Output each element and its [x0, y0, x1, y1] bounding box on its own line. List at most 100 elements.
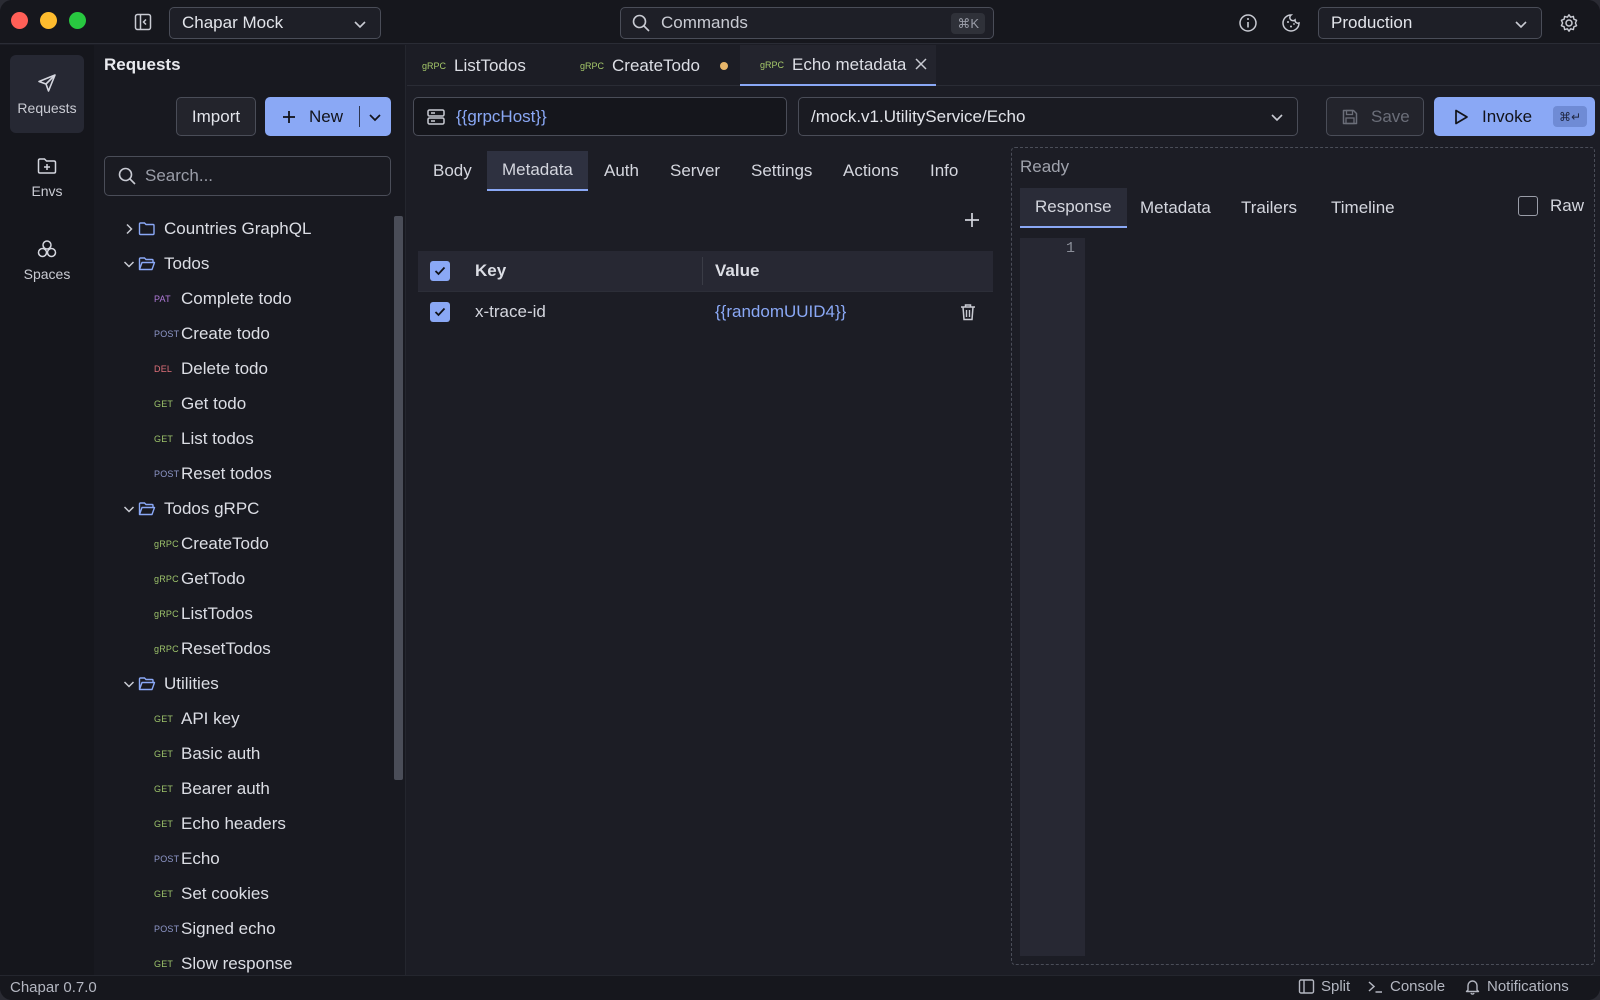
tab-label: Info — [930, 161, 959, 180]
method-badge: GET — [154, 433, 174, 444]
maximize-window-button[interactable] — [69, 12, 86, 29]
gear-icon[interactable] — [1559, 13, 1579, 33]
app-window: Chapar Mock Commands ⌘K Production Reque… — [0, 0, 1600, 1000]
tab-metadata[interactable]: Metadata — [487, 151, 588, 191]
raw-toggle[interactable]: Raw — [1517, 196, 1584, 216]
tab-label: Body — [433, 161, 472, 180]
request-item[interactable]: GET Set cookies — [154, 876, 269, 911]
sidebar-scrollbar[interactable] — [394, 216, 403, 780]
tab-trailers[interactable]: Trailers — [1226, 188, 1312, 228]
tab-server[interactable]: Server — [655, 151, 735, 191]
metadata-table: Key Value x-trace-id {{randomUUID4}} — [418, 251, 993, 331]
response-status: Ready — [1020, 157, 1070, 176]
request-search-field[interactable] — [104, 156, 391, 196]
folder-item[interactable]: Todos — [122, 246, 209, 281]
minimize-window-button[interactable] — [40, 12, 57, 29]
tab-settings[interactable]: Settings — [736, 151, 827, 191]
metadata-value[interactable]: {{randomUUID4}} — [715, 302, 846, 322]
host-field[interactable]: {{grpcHost}} — [413, 97, 787, 136]
request-item[interactable]: GET Get todo — [154, 386, 246, 421]
split-button[interactable]: Split — [1298, 978, 1350, 995]
method-badge: GET — [154, 398, 174, 409]
tab-actions[interactable]: Actions — [828, 151, 914, 191]
request-item[interactable]: POST Echo — [154, 841, 220, 876]
tab-label: Metadata — [502, 160, 573, 179]
request-item[interactable]: GET Bearer auth — [154, 771, 270, 806]
tab-info[interactable]: Info — [915, 151, 973, 191]
search-input[interactable] — [145, 166, 375, 186]
tab-listtodos[interactable]: gRPC ListTodos — [422, 45, 572, 86]
raw-checkbox[interactable] — [1517, 196, 1538, 216]
folder-item[interactable]: Countries GraphQL — [122, 211, 311, 246]
request-item[interactable]: GET API key — [154, 701, 240, 736]
folder-open-icon — [138, 256, 156, 272]
chevron-down-icon[interactable] — [122, 677, 136, 691]
trash-icon[interactable] — [958, 302, 978, 322]
request-item[interactable]: GET List todos — [154, 421, 254, 456]
notifications-button[interactable]: Notifications — [1464, 978, 1569, 995]
folder-item[interactable]: Utilities — [122, 666, 219, 701]
close-icon[interactable] — [914, 57, 928, 71]
workspace-select[interactable]: Chapar Mock — [169, 7, 381, 39]
line-number-gutter: 1 — [1020, 238, 1085, 956]
request-item[interactable]: GET Slow response — [154, 946, 293, 975]
row-enabled-checkbox[interactable] — [430, 302, 450, 322]
request-item[interactable]: POST Create todo — [154, 316, 270, 351]
chevron-down-icon[interactable] — [122, 502, 136, 516]
request-item[interactable]: POST Signed echo — [154, 911, 276, 946]
rail-item-requests[interactable]: Requests — [10, 55, 84, 133]
chevron-down-icon[interactable] — [122, 257, 136, 271]
value-column-header: Value — [715, 261, 760, 280]
tab-label: Server — [670, 161, 721, 180]
tab-echo-metadata[interactable]: gRPC Echo metadata — [740, 45, 936, 86]
rail-item-spaces[interactable]: Spaces — [10, 221, 84, 299]
tab-label: Auth — [604, 161, 639, 180]
search-icon — [631, 13, 651, 33]
tab-timeline[interactable]: Timeline — [1316, 188, 1410, 228]
tab-label: Metadata — [1140, 198, 1211, 217]
request-item[interactable]: gRPC CreateTodo — [154, 526, 269, 561]
chevron-right-icon[interactable] — [122, 222, 136, 236]
invoke-button[interactable]: Invoke ⌘↵ — [1434, 97, 1595, 136]
tab-createtodo[interactable]: gRPC CreateTodo — [580, 45, 735, 86]
info-icon[interactable] — [1238, 13, 1258, 33]
sidebar-toggle-icon[interactable] — [133, 12, 153, 32]
response-editor[interactable]: 1 — [1020, 238, 1586, 956]
tab-response-metadata[interactable]: Metadata — [1125, 188, 1226, 228]
request-item[interactable]: GET Echo headers — [154, 806, 286, 841]
close-window-button[interactable] — [11, 12, 28, 29]
request-item[interactable]: PAT Complete todo — [154, 281, 292, 316]
request-item[interactable]: gRPC ListTodos — [154, 596, 253, 631]
requests-sidebar: Requests Import New Countries GraphQL Tod… — [94, 45, 406, 975]
tab-label: ListTodos — [454, 55, 526, 75]
console-button[interactable]: Console — [1367, 978, 1445, 995]
import-button[interactable]: Import — [176, 97, 256, 136]
add-metadata-icon[interactable] — [963, 211, 981, 229]
select-all-checkbox[interactable] — [430, 261, 450, 281]
cookie-icon[interactable] — [1281, 13, 1301, 33]
rail-item-label: Spaces — [23, 266, 71, 282]
rail-item-envs[interactable]: Envs — [10, 138, 84, 216]
bell-icon — [1464, 978, 1481, 995]
folder-item[interactable]: Todos gRPC — [122, 491, 259, 526]
request-item[interactable]: gRPC GetTodo — [154, 561, 245, 596]
folder-open-icon — [138, 676, 156, 692]
tab-response[interactable]: Response — [1020, 188, 1127, 228]
status-bar: Chapar 0.7.0 Split Console Notifications — [0, 975, 1600, 1000]
command-palette-button[interactable]: Commands ⌘K — [620, 7, 994, 39]
tab-body[interactable]: Body — [418, 151, 487, 191]
new-request-button[interactable]: New — [265, 97, 391, 136]
request-item[interactable]: gRPC ResetTodos — [154, 631, 271, 666]
request-item[interactable]: GET Basic auth — [154, 736, 260, 771]
grpc-method-select[interactable]: /mock.v1.UtilityService/Echo — [798, 97, 1298, 136]
folder-name: Todos — [164, 253, 210, 273]
tab-auth[interactable]: Auth — [589, 151, 654, 191]
chevron-down-icon[interactable] — [367, 109, 383, 125]
metadata-key[interactable]: x-trace-id — [475, 302, 546, 322]
save-button[interactable]: Save — [1326, 97, 1424, 136]
request-item[interactable]: DEL Delete todo — [154, 351, 268, 386]
environment-select[interactable]: Production — [1318, 7, 1542, 39]
request-item[interactable]: POST Reset todos — [154, 456, 272, 491]
notifications-label: Notifications — [1487, 978, 1569, 995]
request-name: Echo headers — [181, 813, 286, 833]
